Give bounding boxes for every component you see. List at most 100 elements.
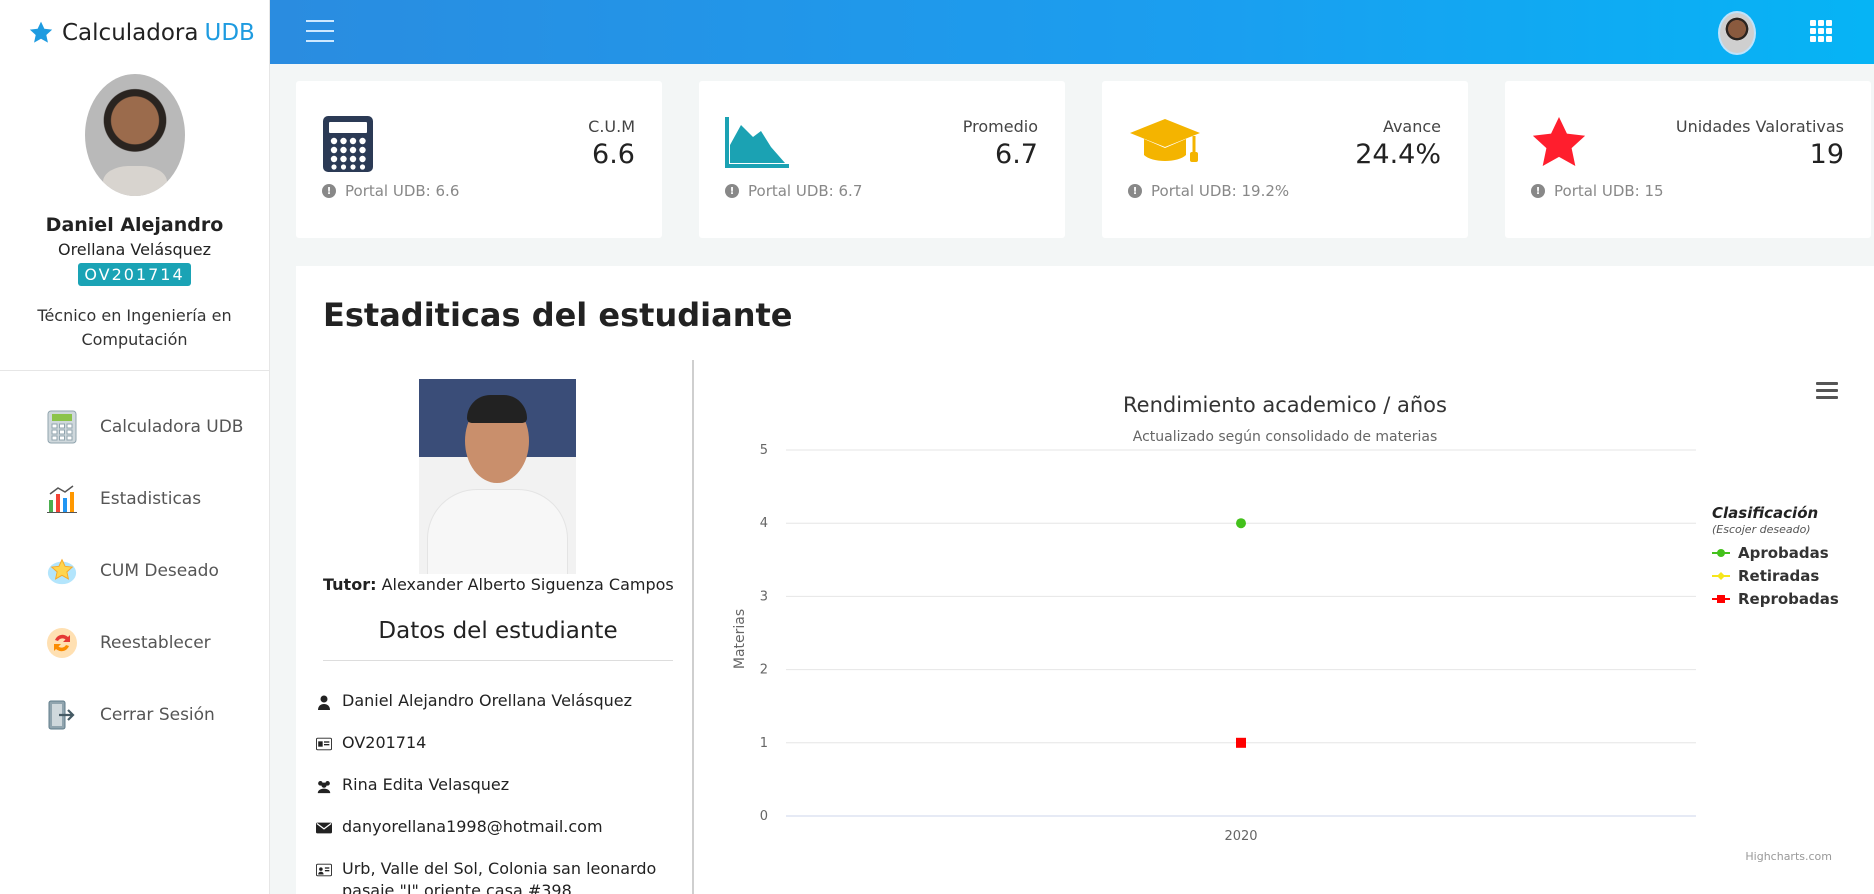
page-title: Estaditicas del estudiante (323, 296, 793, 334)
sidebar-item-estadisticas[interactable]: Estadisticas (0, 463, 269, 535)
stat-card-avance: Avance 24.4% ! Portal UDB: 19.2% (1102, 81, 1468, 238)
stat-title: C.U.M (588, 117, 635, 136)
bar-chart-icon (46, 483, 78, 515)
legend-item-label[interactable]: Retiradas (1738, 567, 1819, 585)
calculator-icon (322, 115, 374, 177)
info-icon: ! (725, 184, 739, 198)
chart-title: Rendimiento academico / años (1123, 393, 1447, 417)
info-icon: ! (1531, 184, 1545, 198)
sidebar-item-label: CUM Deseado (100, 561, 219, 581)
student-full-name: Daniel Alejandro Orellana Velásquez (342, 691, 633, 710)
profile-career: Técnico en Ingeniería en Computación (37, 306, 232, 349)
sidebar-item-cum-deseado[interactable]: CUM Deseado (0, 535, 269, 607)
sidebar-menu: Calculadora UDB Estadisticas CUM Deseado… (0, 391, 269, 751)
stat-value: 24.4% (1355, 139, 1441, 170)
apps-grid-icon[interactable] (1810, 20, 1834, 42)
stat-title: Unidades Valorativas (1675, 117, 1844, 136)
y-tick-label: 3 (760, 589, 768, 604)
profile-last-name: Orellana Velásquez (57, 240, 212, 259)
tutor-name: Alexander Alberto Siguenza Campos (381, 575, 674, 594)
user-avatar[interactable] (1718, 11, 1756, 55)
user-icon (318, 695, 330, 710)
tutor-photo (419, 379, 576, 574)
y-tick-label: 1 (760, 736, 768, 751)
stat-card-cum: C.U.M 6.6 ! Portal UDB: 6.6 (296, 81, 662, 238)
legend-item-label[interactable]: Aprobadas (1738, 544, 1829, 562)
address-card-icon (316, 863, 332, 877)
y-tick-label: 0 (760, 809, 768, 824)
brand[interactable]: Calculadora UDB (0, 0, 269, 66)
stat-card-promedio: Promedio 6.7 ! Portal UDB: 6.7 (699, 81, 1065, 238)
student-data-row: danyorellana1998@hotmail.com (316, 816, 676, 838)
stat-footer-text: Portal UDB: 6.7 (748, 182, 863, 200)
tutor-info: Tutor: Alexander Alberto Siguenza Campos (323, 575, 674, 594)
sidebar: Calculadora UDB Daniel Alejandro Orellan… (0, 0, 270, 894)
y-tick-label: 2 (760, 663, 768, 678)
data-point-reprobadas (1236, 737, 1246, 748)
chart-credits[interactable]: Highcharts.com (1745, 850, 1832, 863)
stat-footer-text: Portal UDB: 15 (1554, 182, 1664, 200)
student-address: Urb, Valle del Sol, Colonia san leonardo… (342, 859, 657, 894)
stat-footer: ! Portal UDB: 19.2% (1128, 182, 1289, 200)
graduation-cap-icon (1128, 115, 1202, 173)
legend-marker-retiradas (1717, 572, 1725, 580)
y-axis-label: Materias (732, 609, 748, 669)
stat-footer-text: Portal UDB: 6.6 (345, 182, 460, 200)
chart-subtitle: Actualizado según consolidado de materia… (1133, 429, 1438, 445)
sidebar-item-label: Calculadora UDB (100, 417, 244, 437)
envelope-icon (316, 822, 332, 834)
stat-title: Promedio (962, 117, 1038, 136)
student-data-row: Rina Edita Velasquez (316, 774, 676, 796)
profile-avatar (84, 74, 185, 196)
stat-footer: ! Portal UDB: 6.6 (322, 182, 459, 200)
data-point-aprobadas (1236, 518, 1246, 529)
sidebar-item-reestablecer[interactable]: Reestablecer (0, 607, 269, 679)
student-data-row: Daniel Alejandro Orellana Velásquez (316, 690, 676, 712)
users-icon (317, 781, 331, 794)
legend-marker-reprobadas (1717, 595, 1725, 603)
student-data-title: Datos del estudiante (378, 618, 618, 644)
stat-footer: ! Portal UDB: 15 (1531, 182, 1664, 200)
stat-value: 19 (1809, 139, 1844, 170)
logout-icon (46, 699, 78, 731)
student-data-row: OV201714 (316, 732, 676, 754)
sidebar-item-label: Estadisticas (100, 489, 202, 509)
legend-item-label[interactable]: Reprobadas (1738, 590, 1839, 608)
sidebar-item-label: Reestablecer (100, 633, 211, 653)
student-data-divider (323, 660, 673, 661)
refresh-icon (46, 627, 78, 659)
stat-value: 6.7 (995, 139, 1038, 170)
stat-card-unidades: Unidades Valorativas 19 ! Portal UDB: 15 (1505, 81, 1871, 238)
chart-container: Rendimiento academico / años Actualizado … (696, 360, 1874, 894)
y-tick-label: 4 (760, 516, 768, 531)
id-card-icon (316, 737, 332, 751)
area-chart-icon (725, 115, 791, 173)
star-badge-icon (46, 555, 78, 587)
legend-title: Clasificación (1712, 504, 1818, 522)
star-logo-icon (29, 21, 53, 43)
brand-name: Calculadora (62, 20, 199, 46)
calculator-icon (46, 410, 78, 444)
legend-subtitle: (Escojer deseado) (1712, 523, 1811, 536)
student-id: OV201714 (342, 733, 427, 752)
y-tick-label: 5 (760, 443, 768, 458)
profile-first-name: Daniel Alejandro (45, 214, 224, 236)
sidebar-item-calculadora[interactable]: Calculadora UDB (0, 391, 269, 463)
menu-toggle-icon[interactable] (306, 20, 334, 44)
legend-marker-aprobadas (1717, 549, 1725, 557)
sidebar-item-cerrar-sesion[interactable]: Cerrar Sesión (0, 679, 269, 751)
student-email: danyorellana1998@hotmail.com (342, 817, 603, 836)
sidebar-item-label: Cerrar Sesión (100, 705, 215, 725)
stat-title: Avance (1382, 117, 1441, 136)
stat-value: 6.6 (592, 139, 635, 170)
student-guardian: Rina Edita Velasquez (342, 775, 510, 794)
student-data-row: Urb, Valle del Sol, Colonia san leonardo… (316, 858, 676, 894)
star-icon (1531, 115, 1587, 173)
chart-context-menu-icon[interactable] (1816, 382, 1838, 400)
info-icon: ! (322, 184, 336, 198)
statistics-panel: Estaditicas del estudiante Tutor: Alexan… (296, 266, 1874, 894)
x-tick-label: 2020 (1224, 829, 1257, 844)
topbar (270, 0, 1874, 64)
info-icon: ! (1128, 184, 1142, 198)
stat-footer: ! Portal UDB: 6.7 (725, 182, 862, 200)
